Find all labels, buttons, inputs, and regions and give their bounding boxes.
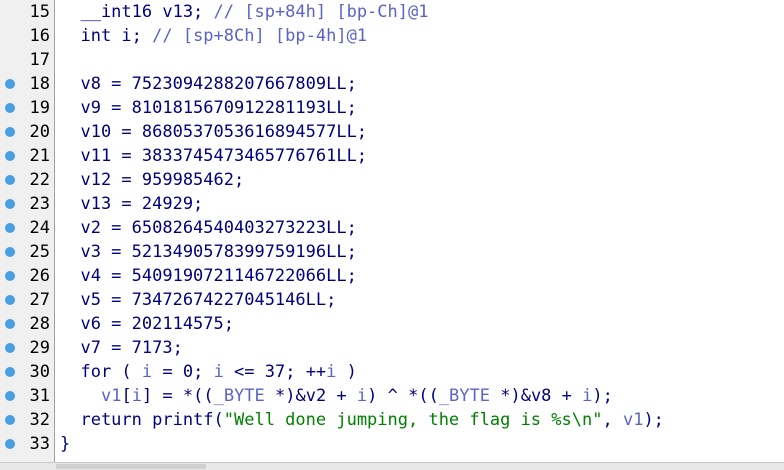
code-token[interactable]: v13 = 24929; [60,194,203,214]
line-number: 32 [29,410,50,430]
code-token[interactable]: ); [643,410,663,430]
code-line[interactable]: 30 for ( i = 0; i <= 37; ++i ) [0,360,784,384]
code-text[interactable]: v1[i] = *((_BYTE *)&v2 + i) ^ *((_BYTE *… [60,386,613,406]
code-token[interactable]: ); [592,386,612,406]
code-text[interactable]: v4 = 5409190721146722066LL; [60,266,356,286]
code-token[interactable]: } [60,434,70,454]
code-line[interactable]: 28 v6 = 202114575; [0,312,784,336]
code-token[interactable]: i [326,362,336,382]
code-text[interactable]: v2 = 6508264540403273223LL; [60,218,356,238]
line-number: 33 [29,434,50,454]
code-token[interactable]: <= 37; ++ [224,362,326,382]
line-number: 24 [29,218,50,238]
code-token[interactable]: v8 = 7523094288207667809LL; [60,74,356,94]
line-number: 25 [29,242,50,262]
code-text[interactable]: int i; // [sp+8Ch] [bp-4h]@1 [60,26,367,46]
code-line[interactable]: 29 v7 = 7173; [0,336,784,360]
code-token[interactable]: ) [336,362,357,382]
code-line[interactable]: 21 v11 = 3833745473465776761LL; [0,144,784,168]
code-line[interactable]: 27 v5 = 73472674227045146LL; [0,288,784,312]
code-token[interactable]: return printf( [60,410,223,430]
code-token[interactable]: v4 = 5409190721146722066LL; [60,266,356,286]
code-text[interactable]: v9 = 8101815670912281193LL; [60,98,356,118]
line-number: 27 [29,290,50,310]
code-token[interactable] [60,386,101,406]
code-token[interactable]: "Well done jumping, the flag is %s\n" [224,410,603,430]
line-number: 28 [29,314,50,334]
line-number: 20 [29,122,50,142]
code-text[interactable]: for ( i = 0; i <= 37; ++i ) [60,362,357,382]
code-token[interactable]: v11 = 3833745473465776761LL; [60,146,367,166]
scrollbar-thumb[interactable] [56,464,206,469]
code-line[interactable]: 26 v4 = 5409190721146722066LL; [0,264,784,288]
code-token[interactable]: i [214,362,224,382]
code-text[interactable]: v10 = 8680537053616894577LL; [60,122,367,142]
code-token[interactable]: , [602,410,622,430]
code-token[interactable]: [ [121,386,131,406]
code-line[interactable]: 23 v13 = 24929; [0,192,784,216]
line-number: 22 [29,170,50,190]
code-token[interactable]: _BYTE [214,386,265,406]
code-token[interactable]: __int16 v13; [60,2,214,22]
code-token[interactable]: v2 = 6508264540403273223LL; [60,218,356,238]
code-token[interactable]: i [142,362,152,382]
code-line[interactable]: 25 v3 = 5213490578399759196LL; [0,240,784,264]
line-number: 18 [29,74,50,94]
code-line[interactable]: 22 v12 = 959985462; [0,168,784,192]
code-text[interactable]: v11 = 3833745473465776761LL; [60,146,367,166]
code-token[interactable]: i [582,386,592,406]
code-token[interactable]: v3 = 5213490578399759196LL; [60,242,356,262]
code-token[interactable]: v1 [623,410,643,430]
code-token[interactable]: v6 = 202114575; [60,314,234,334]
line-number: 17 [29,50,50,70]
code-text[interactable]: v8 = 7523094288207667809LL; [60,74,356,94]
code-token[interactable]: v9 = 8101815670912281193LL; [60,98,356,118]
code-text[interactable]: v13 = 24929; [60,194,203,214]
code-line[interactable]: 19 v9 = 8101815670912281193LL; [0,96,784,120]
line-number: 31 [29,386,50,406]
code-line[interactable]: 31 v1[i] = *((_BYTE *)&v2 + i) ^ *((_BYT… [0,384,784,408]
code-text[interactable]: v7 = 7173; [60,338,182,358]
code-line[interactable]: 33} [0,432,784,456]
line-number: 30 [29,362,50,382]
code-text[interactable]: } [60,434,70,454]
line-number: 16 [29,26,50,46]
code-token[interactable]: v1 [101,386,121,406]
code-line[interactable]: 16 int i; // [sp+8Ch] [bp-4h]@1 [0,24,784,48]
code-token[interactable]: v5 = 73472674227045146LL; [60,290,336,310]
code-token[interactable]: ) ^ *(( [367,386,439,406]
code-token[interactable]: *)&v2 + [265,386,357,406]
code-text[interactable]: __int16 v13; // [sp+84h] [bp-Ch]@1 [60,2,428,22]
code-token[interactable]: // [sp+8Ch] [bp-4h]@1 [152,26,367,46]
code-token[interactable]: int i; [60,26,152,46]
code-token[interactable]: v12 = 959985462; [60,170,244,190]
code-token[interactable]: i [132,386,142,406]
code-token[interactable]: = 0; [152,362,213,382]
code-token[interactable]: _BYTE [439,386,490,406]
code-text[interactable]: v6 = 202114575; [60,314,234,334]
code-line[interactable]: 32 return printf("Well done jumping, the… [0,408,784,432]
code-token[interactable]: // [sp+84h] [bp-Ch]@1 [214,2,429,22]
code-text[interactable]: v12 = 959985462; [60,170,244,190]
line-number: 29 [29,338,50,358]
code-token[interactable]: v7 = 7173; [60,338,182,358]
code-line[interactable]: 15 __int16 v13; // [sp+84h] [bp-Ch]@1 [0,0,784,24]
code-text[interactable]: v5 = 73472674227045146LL; [60,290,336,310]
code-token[interactable]: v10 = 8680537053616894577LL; [60,122,367,142]
line-number: 15 [29,2,50,22]
code-line[interactable]: 18 v8 = 7523094288207667809LL; [0,72,784,96]
code-line[interactable]: 17 [0,48,784,72]
line-number: 19 [29,98,50,118]
code-line[interactable]: 24 v2 = 6508264540403273223LL; [0,216,784,240]
line-number: 21 [29,146,50,166]
code-token[interactable]: ] = *(( [142,386,214,406]
line-number: 23 [29,194,50,214]
code-token[interactable]: i [357,386,367,406]
code-token[interactable]: for ( [60,362,142,382]
code-text[interactable]: return printf("Well done jumping, the fl… [60,410,663,430]
code-line[interactable]: 20 v10 = 8680537053616894577LL; [0,120,784,144]
line-number: 26 [29,266,50,286]
code-token[interactable]: *)&v8 + [490,386,582,406]
code-text[interactable]: v3 = 5213490578399759196LL; [60,242,356,262]
